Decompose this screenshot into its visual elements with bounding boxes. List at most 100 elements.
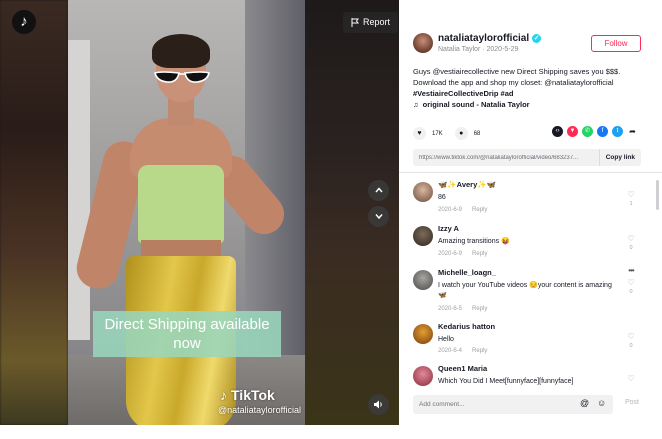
comment-like-count: 0	[629, 343, 633, 349]
person-green-top	[138, 165, 224, 243]
author-avatar[interactable]	[413, 33, 433, 53]
mute-button[interactable]	[368, 394, 389, 415]
facebook-icon[interactable]: f	[597, 126, 608, 137]
share-red-icon[interactable]: ▼	[567, 126, 578, 137]
comment-like-count: 0	[629, 245, 633, 251]
comment-list[interactable]: 🦋✨Avery✨🦋 86 2020-6-9 Reply ♡ 1 Izzy A A…	[399, 178, 662, 388]
comment-meta: 2020-6-9 Reply	[438, 251, 487, 257]
report-label: Report	[363, 17, 391, 27]
tiktok-note-icon: ♪	[220, 387, 227, 403]
comment-like-icon[interactable]: ♡	[625, 234, 637, 243]
sound-title[interactable]: original sound - Natalia Taylor	[423, 100, 530, 109]
comment-item: Kedarius hatton Hello 2020-6-4 Reply ♡ 0	[399, 320, 662, 362]
comment-text: Hello	[438, 336, 454, 343]
comment-date: 2020-6-5	[438, 306, 463, 312]
comment-icon[interactable]: ●	[454, 127, 468, 140]
comment-text: I watch your YouTube videos 😔your conten…	[438, 282, 612, 299]
share-icons: ‹› ▼ ✆ f t ➦	[552, 126, 638, 137]
comment-author[interactable]: Izzy A	[438, 224, 459, 233]
comment-avatar[interactable]	[413, 270, 433, 290]
comment-author[interactable]: Queen1 Maria	[438, 364, 487, 373]
emoji-icon[interactable]: ☺	[597, 398, 606, 408]
video-stage[interactable]: Direct Shipping available now ♪ Report ♪…	[0, 0, 399, 425]
video-player[interactable]	[68, 0, 305, 425]
heart-icon[interactable]: ♥	[413, 127, 426, 140]
mention-icon[interactable]: @	[580, 398, 589, 408]
comment-reply-button[interactable]: Reply	[472, 207, 487, 213]
music-note-icon: ♫	[413, 100, 419, 109]
forward-icon[interactable]: ➦	[627, 126, 638, 137]
comment-like-count: 0	[629, 289, 633, 295]
video-caption: Direct Shipping available now	[93, 311, 281, 357]
comment-like-icon[interactable]: ♡	[625, 190, 637, 199]
comment-meta: 2020-6-4 Reply	[438, 348, 487, 354]
comment-date: 2020-6-9	[438, 251, 463, 257]
comment-like-count: 1	[629, 201, 633, 207]
comment-author[interactable]: Michelle_loagn_	[438, 268, 496, 277]
copy-link-box: https://www.tiktok.com/@nataliatayloroff…	[413, 149, 641, 166]
author-username[interactable]: nataliataylorofficial	[438, 33, 529, 44]
video-wall-door	[68, 40, 90, 340]
report-button[interactable]: Report	[343, 12, 399, 33]
copy-link-button[interactable]: Copy link	[598, 149, 641, 166]
previous-video-button[interactable]	[368, 180, 389, 201]
twitter-icon[interactable]: t	[612, 126, 623, 137]
comment-avatar[interactable]	[413, 324, 433, 344]
post-description-text: Guys @vestiairecollective new Direct Shi…	[413, 67, 621, 87]
post-description: Guys @vestiairecollective new Direct Shi…	[413, 66, 645, 99]
comment-meta: 2020-6-9 Reply	[438, 207, 487, 213]
whatsapp-icon[interactable]: ✆	[582, 126, 593, 137]
more-options-icon[interactable]: •••	[625, 266, 637, 275]
comment-like-icon[interactable]: ♡	[625, 278, 637, 287]
video-caption-line2: now	[173, 335, 201, 352]
speaker-icon	[374, 400, 382, 409]
comment-item: 🦋✨Avery✨🦋 86 2020-6-9 Reply ♡ 1	[399, 178, 662, 222]
cat-eye-glasses	[154, 71, 210, 83]
next-video-button[interactable]	[368, 206, 389, 227]
author-display-name-date: Natalia Taylor · 2020-5-29	[438, 46, 519, 53]
tiktok-logo-icon[interactable]: ♪	[12, 10, 36, 34]
video-link-url[interactable]: https://www.tiktok.com/@nataliatayloroff…	[413, 155, 599, 161]
comment-item: Izzy A Amazing transitions 😝 2020-6-9 Re…	[399, 222, 662, 266]
add-comment-input[interactable]	[413, 395, 573, 414]
comment-count: 68	[473, 130, 481, 137]
tiktok-web-video-page: Direct Shipping available now ♪ Report ♪…	[0, 0, 662, 439]
comment-author[interactable]: 🦋✨Avery✨🦋	[438, 180, 496, 189]
author-username-row[interactable]: nataliataylorofficial ✓	[438, 33, 542, 44]
comment-item: Queen1 Maria Which You Did I Meet[funnyf…	[399, 362, 662, 388]
comment-text: 86	[438, 194, 446, 201]
comment-reply-button[interactable]: Reply	[472, 306, 487, 312]
comment-meta: 2020-6-5 Reply	[438, 306, 487, 312]
video-caption-line1: Direct Shipping available	[104, 316, 270, 333]
comment-avatar[interactable]	[413, 182, 433, 202]
comments-scrollbar[interactable]	[656, 180, 659, 210]
comment-author[interactable]: Kedarius hatton	[438, 322, 495, 331]
post-details-panel: nataliataylorofficial ✓ Natalia Taylor ·…	[399, 0, 662, 439]
embed-icon[interactable]: ‹›	[552, 126, 563, 137]
watermark-handle: @nataliataylorofficial	[218, 405, 302, 415]
comment-avatar[interactable]	[413, 366, 433, 386]
comment-avatar[interactable]	[413, 226, 433, 246]
comment-date: 2020-6-4	[438, 348, 463, 354]
comment-reply-button[interactable]: Reply	[472, 348, 487, 354]
tiktok-watermark: ♪ TikTok	[220, 387, 275, 403]
post-comment-button[interactable]: Post	[625, 399, 639, 406]
blurred-background-left	[0, 0, 68, 425]
comment-text: Which You Did I Meet[funnyface][funnyfac…	[438, 378, 574, 385]
flag-icon	[351, 18, 359, 27]
like-count: 17K	[432, 130, 443, 137]
chevron-up-icon	[374, 187, 383, 193]
comment-date: 2020-6-9	[438, 207, 463, 213]
comment-text: Amazing transitions 😝	[438, 238, 510, 245]
sound-link[interactable]: ♫ original sound - Natalia Taylor	[413, 100, 530, 109]
section-divider	[399, 172, 662, 173]
follow-button[interactable]: Follow	[591, 35, 641, 52]
comment-reply-button[interactable]: Reply	[472, 251, 487, 257]
engagement-stats: ♥ 17K ● 68	[413, 127, 480, 140]
post-hashtags[interactable]: #VestiaireCollectiveDrip #ad	[413, 89, 513, 98]
person-hair	[152, 34, 210, 68]
comment-like-icon[interactable]: ♡	[625, 332, 637, 341]
comment-item: Michelle_loagn_ I watch your YouTube vid…	[399, 266, 662, 320]
add-comment-box: @ ☺	[413, 395, 613, 414]
comment-like-icon[interactable]: ♡	[625, 374, 637, 383]
